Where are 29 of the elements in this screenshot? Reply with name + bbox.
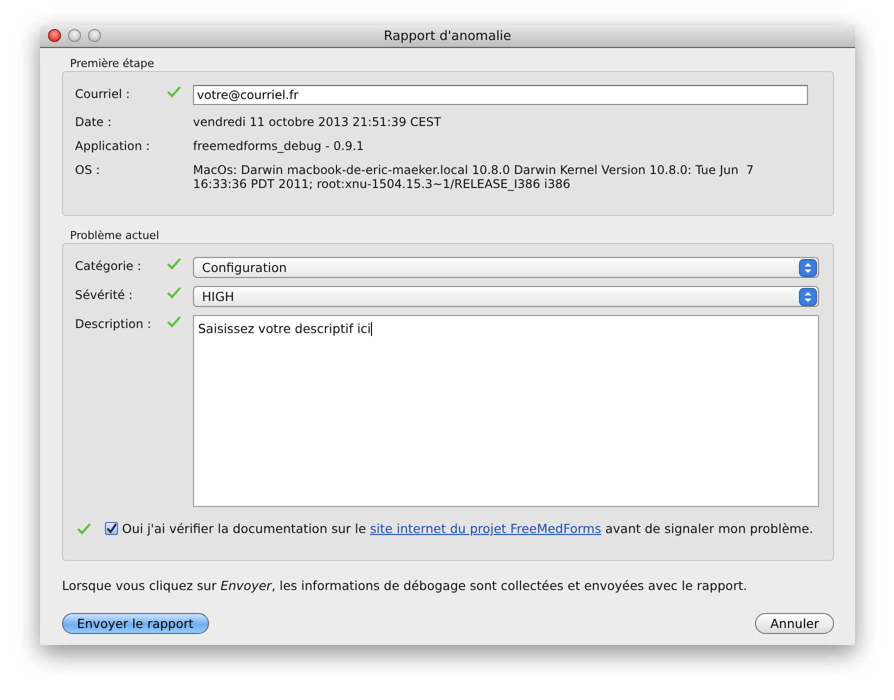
- email-field[interactable]: votre@courriel.fr: [193, 85, 808, 105]
- stepper-icon: [799, 258, 817, 276]
- group-title: Première étape: [70, 57, 156, 70]
- stepper-icon: [799, 288, 817, 306]
- field-label: Description :: [75, 316, 152, 331]
- field-value: freemedforms_debug - 0.9.1: [193, 139, 364, 153]
- field-value: MacOs: Darwin macbook-de-eric-maeker.local 10.8.0 Darwin Kernel Version 10.8.0: Tue Jun 7: [193, 163, 754, 177]
- close-button[interactable]: [48, 29, 61, 42]
- dropdown[interactable]: Configuration: [193, 257, 819, 278]
- checkbox[interactable]: [105, 522, 118, 535]
- window-title: Rapport d'anomalie: [384, 28, 512, 44]
- field-value: 16:33:36 PDT 2011; root:xnu-1504.15.3~1/RELEASE_I386 i386: [193, 177, 572, 191]
- field-label: Date :: [75, 114, 113, 129]
- info-text: Lorsque vous cliquez sur Envoyer, les informations de débogage sont collectées et envoyées avec le rapport.: [62, 578, 748, 593]
- field-label: Sévérité :: [75, 287, 134, 302]
- project-link[interactable]: site internet du projet FreeMedForms: [370, 521, 602, 536]
- dialog-button[interactable]: Envoyer le rapport: [62, 613, 209, 634]
- field-label: OS :: [75, 162, 101, 177]
- dialog-button[interactable]: Annuler: [755, 613, 834, 634]
- field-value: vendredi 11 octobre 2013 21:51:39 CEST: [193, 115, 442, 129]
- zoom-button[interactable]: [88, 29, 101, 42]
- field-label: Application :: [75, 138, 151, 153]
- description-field[interactable]: Saisissez votre descriptif ici: [193, 315, 819, 507]
- field-label: Courriel :: [75, 86, 131, 101]
- minimize-button[interactable]: [68, 29, 81, 42]
- field-label: Catégorie :: [75, 258, 142, 273]
- dropdown[interactable]: HIGH: [193, 286, 819, 307]
- group-title: Problème actuel: [70, 229, 160, 242]
- confirmation-text: Oui j'ai vérifier la documentation sur le site internet du projet FreeMedForms avant de signaler mon problème.: [122, 521, 814, 536]
